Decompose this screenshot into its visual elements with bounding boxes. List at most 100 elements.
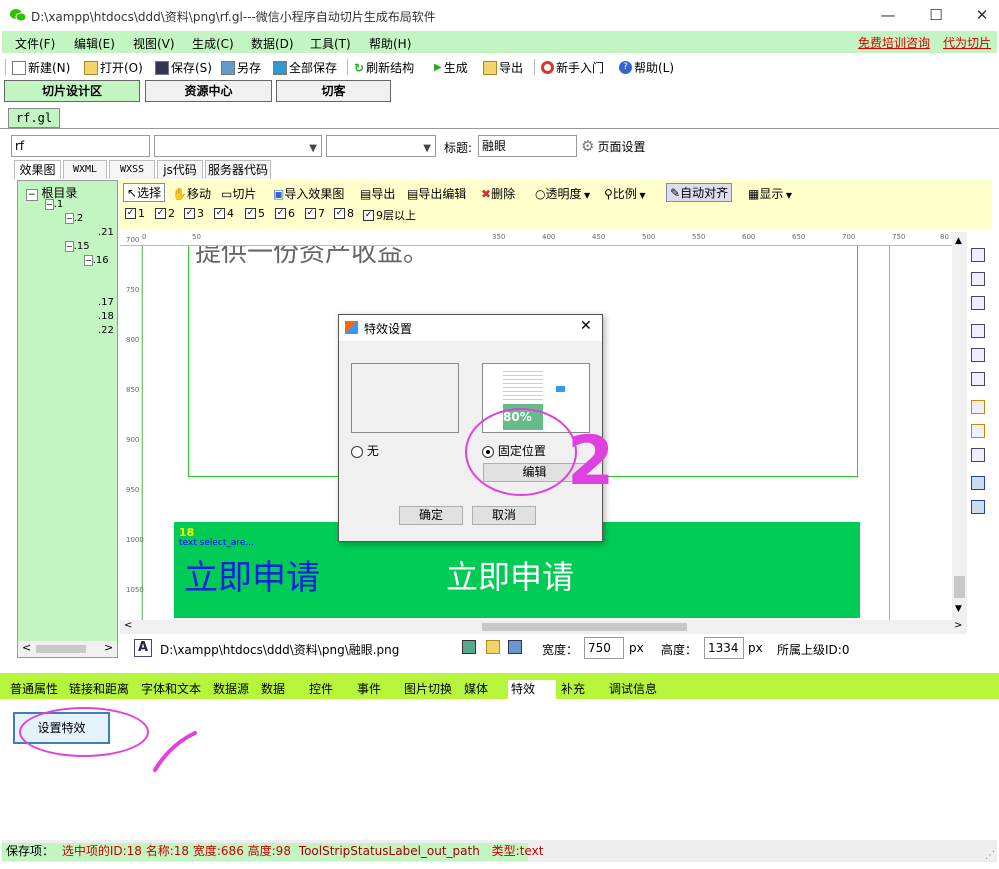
help-button[interactable]: ? 帮助(L): [619, 59, 674, 76]
tree-node-1[interactable]: −.1: [45, 199, 63, 210]
chevron-right-icon[interactable]: >: [104, 641, 113, 654]
tab-effect-image[interactable]: 效果图: [14, 160, 61, 179]
chevron-left-icon[interactable]: <: [22, 641, 31, 654]
structure-tree[interactable]: − 根目录 −.1 −.2 .21 −.15 −.16 .17 .18 .22 …: [17, 180, 118, 658]
ok-button[interactable]: 确定: [399, 506, 463, 525]
tab-supplement[interactable]: 补充: [558, 680, 588, 699]
move-tool[interactable]: ✋移动: [172, 185, 211, 202]
save-button[interactable]: 保存(S): [155, 59, 212, 76]
menu-data[interactable]: 数据(D): [251, 35, 294, 52]
open-folder-icon[interactable]: [486, 640, 500, 654]
tree-node-18[interactable]: .18: [98, 311, 114, 322]
tab-general-props[interactable]: 普通属性: [7, 680, 61, 699]
save-all-button[interactable]: 全部保存: [273, 59, 337, 76]
tree-node-16[interactable]: −.16: [84, 255, 109, 266]
opacity-dropdown[interactable]: ○透明度 ▼: [535, 185, 590, 202]
delete-tool[interactable]: ✖删除: [481, 185, 515, 202]
tab-controls[interactable]: 控件: [306, 680, 336, 699]
open-button[interactable]: 打开(O): [84, 59, 143, 76]
export-edit-tool[interactable]: ▤导出编辑: [407, 185, 466, 202]
tab-datasource[interactable]: 数据源: [210, 680, 252, 699]
tab-events[interactable]: 事件: [354, 680, 384, 699]
cancel-button[interactable]: 取消: [472, 506, 536, 525]
distribute-vertical-icon[interactable]: [971, 476, 985, 490]
same-size-icon[interactable]: [971, 448, 985, 462]
tab-js-code[interactable]: js代码: [157, 160, 203, 179]
combo-select-2[interactable]: ▼: [326, 135, 436, 157]
tab-debug-info[interactable]: 调试信息: [606, 680, 660, 699]
tab-slice-design[interactable]: 切片设计区: [4, 80, 140, 102]
free-training-link[interactable]: 免费培训咨询: [858, 34, 930, 51]
align-bottom-icon[interactable]: [971, 372, 985, 386]
layer-checkbox-8[interactable]: ✓ 8: [334, 207, 354, 220]
height-input[interactable]: 1334: [704, 637, 744, 659]
maximize-button[interactable]: ☐: [913, 0, 959, 31]
tree-node-15[interactable]: −.15: [65, 241, 90, 252]
layer-checkbox-7[interactable]: ✓ 7: [305, 207, 325, 220]
distribute-horizontal-icon[interactable]: [971, 500, 985, 514]
radio-none[interactable]: 无: [351, 442, 379, 459]
layer-checkbox-2[interactable]: ✓ 2: [155, 207, 175, 220]
beginner-guide-button[interactable]: 新手入门: [541, 59, 604, 76]
dialog-close-button[interactable]: ✕: [580, 318, 592, 334]
brush-icon[interactable]: [462, 640, 476, 654]
resize-grip-icon[interactable]: ⋰: [985, 850, 995, 861]
tree-node-17[interactable]: .17: [98, 297, 114, 308]
layer-checkbox-3[interactable]: ✓ 3: [184, 207, 204, 220]
tab-font-text[interactable]: 字体和文本: [138, 680, 204, 699]
canvas-hscroll[interactable]: < >: [120, 620, 967, 634]
minimize-button[interactable]: —: [865, 0, 911, 31]
tree-node-2[interactable]: −.2: [65, 213, 83, 224]
scale-dropdown[interactable]: ⚲比例 ▼: [604, 185, 646, 202]
layer-checkbox-9-plus[interactable]: ✓ 9层以上: [363, 207, 416, 223]
export-tool[interactable]: ▤导出: [360, 185, 395, 202]
align-middle-icon[interactable]: [971, 348, 985, 362]
tab-media[interactable]: 媒体: [461, 680, 491, 699]
combo-select-1[interactable]: ▼: [154, 135, 322, 157]
save-as-button[interactable]: 另存: [221, 59, 261, 76]
tab-slicer[interactable]: 切客: [276, 80, 391, 102]
align-center-icon[interactable]: [971, 272, 985, 286]
tree-node-22[interactable]: .22: [98, 325, 114, 336]
chevron-right-icon[interactable]: >: [954, 620, 962, 631]
same-width-icon[interactable]: [971, 400, 985, 414]
select-tool[interactable]: ↖选择: [123, 183, 166, 202]
layer-checkbox-6[interactable]: ✓ 6: [275, 207, 295, 220]
layer-checkbox-1[interactable]: ✓ 1: [125, 207, 145, 220]
canvas-vscroll[interactable]: ▲ ▼: [952, 232, 967, 620]
tab-effects[interactable]: 特效: [508, 680, 556, 699]
menu-view[interactable]: 视图(V): [133, 35, 175, 52]
refresh-structure-button[interactable]: ↻ 刷新结构: [354, 59, 414, 76]
page-settings-button[interactable]: ⚙ 页面设置: [581, 137, 645, 155]
tree-node-21[interactable]: .21: [98, 227, 114, 238]
auto-align-toggle[interactable]: ✎自动对齐: [666, 183, 733, 202]
save-icon[interactable]: [508, 640, 522, 654]
tab-wxss[interactable]: WXSS: [109, 160, 155, 179]
slice-service-link[interactable]: 代为切片: [943, 34, 991, 51]
file-tab-rf-gl[interactable]: rf.gl: [8, 108, 60, 128]
menu-edit[interactable]: 编辑(E): [74, 35, 115, 52]
tab-resource-center[interactable]: 资源中心: [145, 80, 272, 102]
title-input[interactable]: 融眼: [478, 135, 577, 157]
apply-text-blue[interactable]: 立即申请: [184, 550, 320, 599]
export-button[interactable]: 导出: [483, 59, 523, 76]
scroll-down-icon[interactable]: ▼: [955, 604, 962, 614]
tree-hscroll[interactable]: < >: [18, 641, 117, 657]
align-left-icon[interactable]: [971, 248, 985, 262]
close-button[interactable]: ✕: [959, 0, 999, 31]
menu-file[interactable]: 文件(F): [15, 35, 55, 52]
tab-links-spacing[interactable]: 链接和距离: [66, 680, 132, 699]
tab-server-code[interactable]: 服务器代码: [205, 160, 271, 179]
same-height-icon[interactable]: [971, 424, 985, 438]
new-button[interactable]: 新建(N): [12, 59, 70, 76]
align-top-icon[interactable]: [971, 324, 985, 338]
scroll-thumb[interactable]: [482, 623, 687, 631]
chevron-left-icon[interactable]: <: [124, 620, 132, 631]
menu-generate[interactable]: 生成(C): [192, 35, 234, 52]
slice-tool[interactable]: ▭切片: [221, 185, 256, 202]
align-right-icon[interactable]: [971, 296, 985, 310]
menu-tools[interactable]: 工具(T): [310, 35, 351, 52]
scroll-thumb[interactable]: [954, 576, 965, 598]
tab-data[interactable]: 数据: [258, 680, 288, 699]
tab-image-switch[interactable]: 图片切换: [401, 680, 455, 699]
